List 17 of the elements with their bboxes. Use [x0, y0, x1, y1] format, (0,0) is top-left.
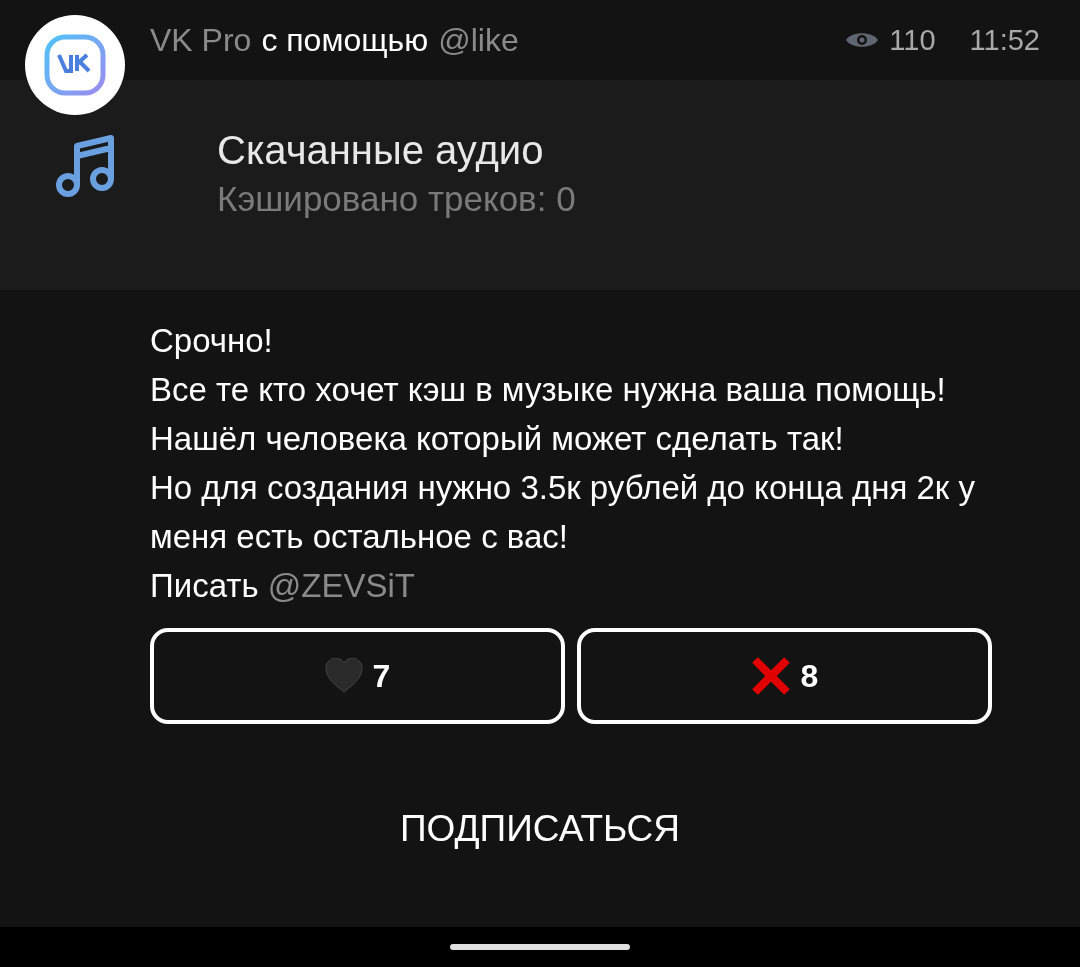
reaction-button[interactable]: 7	[150, 628, 565, 724]
music-note-icon	[55, 132, 117, 198]
mention-link[interactable]: @ZEVSiT	[267, 567, 415, 604]
via-text: с помощью	[261, 21, 429, 59]
reaction-button[interactable]: 8	[577, 628, 992, 724]
message-text: Срочно! Все те кто хочет кэш в музыке нужна ваша помощь! Нашёл человека который может сделать так! Но для создания нужно 3.5к рублей до конца дня 2к у меня есть остальное с вас! Писать @ZEVSiT	[150, 321, 976, 606]
audio-title: Скачанные аудио	[217, 128, 545, 173]
heart-icon	[324, 658, 363, 694]
post-time: 11:52	[969, 23, 1040, 57]
view-count: 110	[889, 23, 936, 57]
bot-link[interactable]: @like	[438, 21, 519, 59]
home-handle[interactable]	[450, 944, 630, 950]
audio-subtitle: Кэшировано треков: 0	[217, 179, 576, 219]
channel-name[interactable]: VK Pro	[150, 21, 252, 59]
subscribe-button[interactable]: ПОДПИСАТЬСЯ	[380, 798, 700, 860]
cross-icon	[750, 656, 791, 696]
vk-logo-icon	[43, 33, 107, 97]
